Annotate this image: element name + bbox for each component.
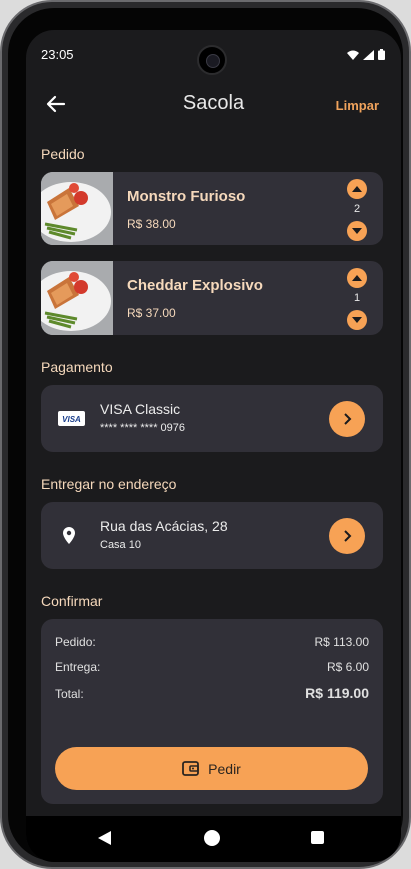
payment-section-label: Pagamento — [41, 359, 113, 375]
clear-button[interactable]: Limpar — [336, 98, 379, 113]
caret-down-icon — [352, 228, 362, 234]
order-section-label: Pedido — [41, 146, 85, 162]
location-pin-icon — [63, 527, 75, 544]
summary-delivery-row: Entrega: R$ 6.00 — [55, 660, 369, 674]
increase-quantity-button[interactable] — [347, 268, 367, 288]
summary-order-label: Pedido: — [55, 635, 96, 649]
front-camera — [197, 45, 227, 75]
increase-quantity-button[interactable] — [347, 179, 367, 199]
status-icons — [347, 49, 385, 60]
caret-up-icon — [352, 186, 362, 192]
wifi-icon — [347, 50, 359, 60]
quantity-stepper: 2 — [346, 179, 368, 241]
quantity-stepper: 1 — [346, 268, 368, 330]
change-address-button[interactable] — [329, 518, 365, 554]
caret-down-icon — [352, 317, 362, 323]
place-order-button[interactable]: Pedir — [55, 747, 368, 790]
summary-total-label: Total: — [55, 687, 84, 701]
place-order-label: Pedir — [208, 760, 241, 777]
nav-back-icon[interactable] — [98, 831, 111, 845]
summary-card: Pedido: R$ 113.00 Entrega: R$ 6.00 Total… — [41, 619, 383, 804]
battery-icon — [378, 49, 385, 60]
decrease-quantity-button[interactable] — [347, 310, 367, 330]
app-screen: 23:05 Sacola Limpar Pedido Monstro Furio… — [26, 30, 401, 862]
status-time: 23:05 — [41, 47, 74, 62]
phone-bezel: 23:05 Sacola Limpar Pedido Monstro Furio… — [8, 8, 403, 862]
item-price: R$ 38.00 — [127, 217, 176, 231]
signal-icon — [363, 49, 374, 60]
system-nav-bar — [26, 816, 401, 862]
cart-item: Monstro Furioso R$ 38.00 2 — [41, 172, 383, 245]
confirm-section-label: Confirmar — [41, 593, 103, 609]
quantity-value: 2 — [353, 203, 361, 215]
card-name: VISA Classic — [100, 401, 181, 417]
app-header: Sacola Limpar — [26, 82, 401, 126]
address-complement: Casa 10 — [100, 539, 141, 551]
wallet-icon — [182, 761, 200, 776]
phone-frame: 23:05 Sacola Limpar Pedido Monstro Furio… — [0, 0, 411, 869]
svg-text:VISA: VISA — [62, 415, 81, 424]
summary-total-value: R$ 119.00 — [305, 685, 369, 701]
cart-item: Cheddar Explosivo R$ 37.00 1 — [41, 261, 383, 335]
item-name: Cheddar Explosivo — [127, 277, 263, 294]
summary-total-row: Total: R$ 119.00 — [55, 685, 369, 701]
chevron-right-icon — [344, 413, 352, 425]
nav-home-icon[interactable] — [204, 830, 220, 846]
change-payment-button[interactable] — [329, 401, 365, 437]
summary-delivery-label: Entrega: — [55, 660, 101, 674]
summary-order-row: Pedido: R$ 113.00 — [55, 635, 369, 649]
food-image — [41, 172, 113, 245]
food-image — [41, 261, 113, 335]
caret-up-icon — [352, 275, 362, 281]
summary-order-value: R$ 113.00 — [314, 635, 370, 649]
summary-delivery-value: R$ 6.00 — [326, 660, 369, 674]
quantity-value: 1 — [353, 292, 361, 304]
visa-card-icon: VISA — [58, 411, 85, 426]
delivery-section-label: Entregar no endereço — [41, 476, 177, 492]
address-street: Rua das Acácias, 28 — [100, 518, 228, 534]
address-card[interactable]: Rua das Acácias, 28 Casa 10 — [41, 502, 383, 569]
decrease-quantity-button[interactable] — [347, 221, 367, 241]
card-number: **** **** **** 0976 — [100, 422, 186, 434]
item-price: R$ 37.00 — [127, 306, 176, 320]
nav-recents-icon[interactable] — [311, 831, 324, 844]
payment-card[interactable]: VISA VISA Classic **** **** **** 0976 — [41, 385, 383, 452]
chevron-right-icon — [344, 530, 352, 542]
item-name: Monstro Furioso — [127, 188, 246, 205]
status-bar: 23:05 — [26, 30, 401, 78]
